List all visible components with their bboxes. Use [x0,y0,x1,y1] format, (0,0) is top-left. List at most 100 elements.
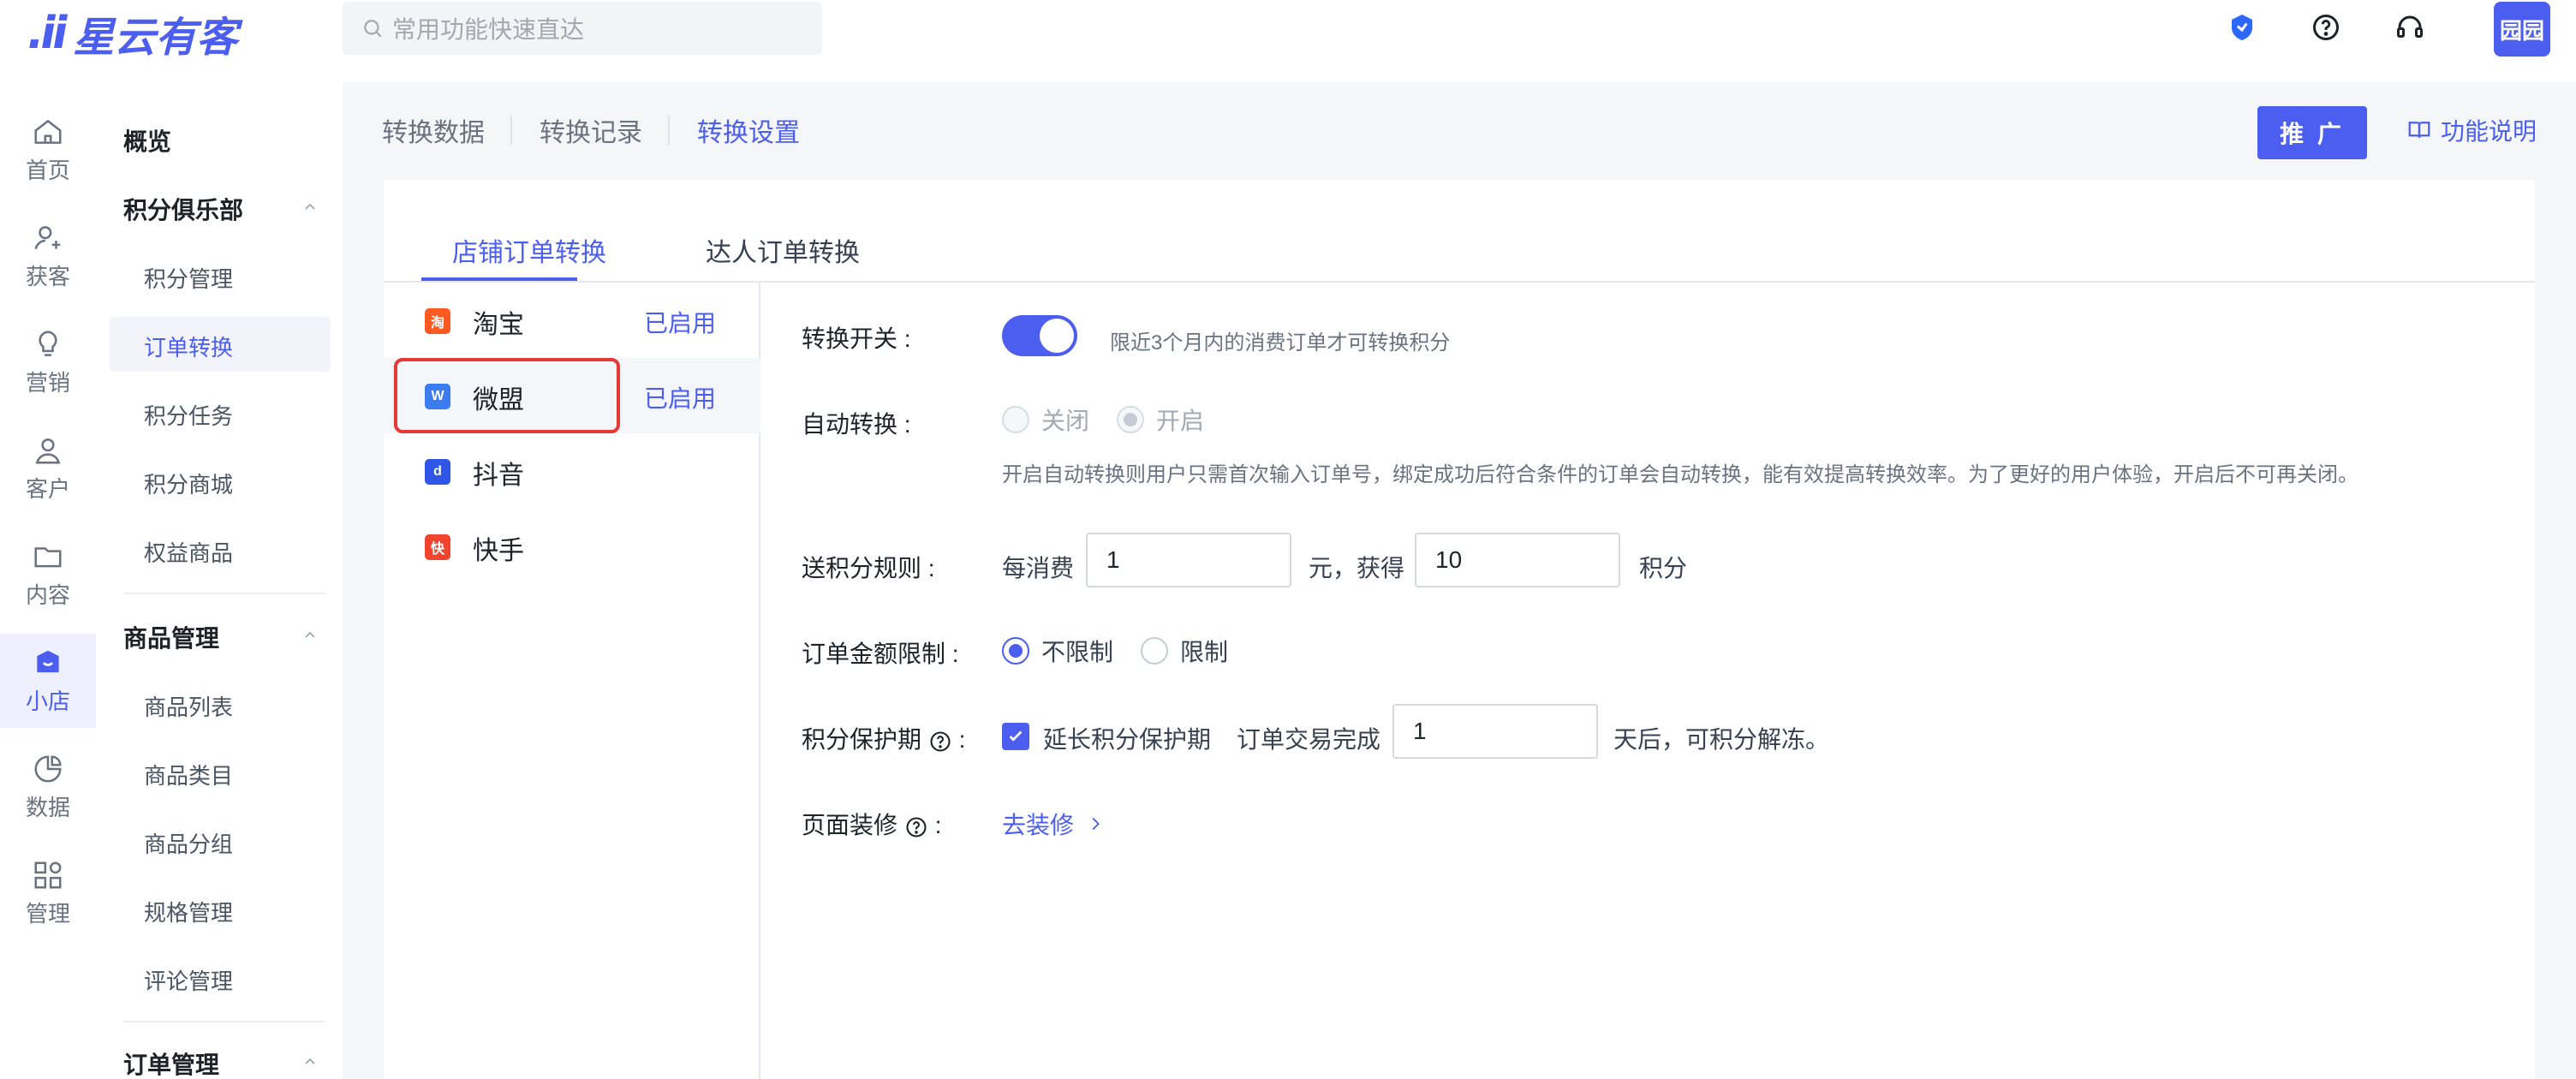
auto-hint: 开启自动转换则用户只需首次输入订单号，绑定成功后符合条件的订单会自动转换，能有效… [1002,463,2358,486]
auto-off-radio[interactable]: 关闭 [1002,402,1089,437]
feature-help-link[interactable]: 功能说明 [2406,113,2537,147]
headset-icon[interactable] [2394,12,2425,43]
menu-item-benefit-goods[interactable]: 权益商品 [144,536,233,568]
secondary-menu: 概览 积分俱乐部 积分管理 订单转换 积分任务 积分商城 权益商品 商品管理 商… [96,82,343,1079]
help-icon[interactable] [2311,12,2341,43]
question-icon[interactable] [904,815,928,839]
rail-item-data[interactable]: 数据 [0,740,96,834]
menu-item-goods-group[interactable]: 商品分组 [144,827,233,859]
promote-button[interactable]: 推 广 [2257,106,2367,159]
platform-name: 淘宝 [473,311,524,339]
search-input[interactable]: 常用功能快速直达 [343,2,822,55]
chevron-up-icon[interactable] [303,629,317,642]
rail-label: 获客 [25,263,70,289]
chevron-right-icon [1092,817,1100,831]
menu-group-orders[interactable]: 订单管理 [123,1046,219,1079]
menu-item-order-convert[interactable]: 订单转换 [144,331,233,362]
rail-item-manage[interactable]: 管理 [0,846,96,940]
protect-days-input[interactable]: 1 [1392,704,1598,759]
menu-item-points-manage[interactable]: 积分管理 [144,262,233,294]
menu-item-spec-manage[interactable]: 规格管理 [144,896,233,927]
auto-on-radio[interactable]: 开启 [1117,402,1204,437]
menu-item-goods-category[interactable]: 商品类目 [144,759,233,790]
decor-label-row: 页面装修 : [802,807,941,841]
platform-name: 快手 [473,537,524,565]
go-decorate-link[interactable]: 去装修 [1002,807,1105,841]
folder-icon [34,546,62,567]
user-icon [35,438,61,464]
tab-separator [510,116,512,145]
rail-item-marketing[interactable]: 营销 [0,315,96,409]
rail-item-acquire[interactable]: 获客 [0,209,96,303]
extend-protect-label[interactable]: 延长积分保护期 [1043,721,1211,755]
radio-label: 不限制 [1041,639,1114,665]
switch-hint: 限近3个月内的消费订单才可转换积分 [1110,331,1451,355]
question-icon[interactable] [928,730,952,754]
menu-item-points-mall[interactable]: 积分商城 [144,468,233,499]
shield-icon[interactable] [2227,12,2257,43]
tab-store-order-convert[interactable]: 店铺订单转换 [452,231,606,269]
chevron-up-icon[interactable] [303,1055,317,1069]
menu-item-goods-list[interactable]: 商品列表 [144,690,233,722]
logo-text: 星云有客 [73,14,238,62]
rail-label: 管理 [25,900,70,927]
limit-radio[interactable]: 限制 [1141,634,1228,668]
rail-item-content[interactable]: 内容 [0,528,96,622]
platform-douyin[interactable]: d 抖音 [384,433,760,509]
platform-status: 已启用 [644,310,717,337]
menu-group-goods[interactable]: 商品管理 [123,620,219,654]
settings-card: 店铺订单转换 达人订单转换 淘 淘宝 已启用 W 微盟 已启用 d 抖音 快 快… [384,180,2535,1079]
menu-divider [123,593,325,594]
platform-taobao[interactable]: 淘 淘宝 已启用 [384,283,760,358]
apps-icon [34,861,62,889]
auto-label: 自动转换 : [802,411,911,438]
tab-convert-settings[interactable]: 转换设置 [697,111,826,149]
extend-protect-checkbox[interactable] [1002,723,1029,750]
tab-convert-records[interactable]: 转换记录 [540,111,668,149]
pie-chart-icon [34,754,62,782]
tab-ink-bar [421,277,577,281]
douyin-icon: d [425,459,450,485]
convert-toggle[interactable] [1002,315,1077,356]
tab-convert-data[interactable]: 转换数据 [382,111,510,149]
tab-influencer-order-convert[interactable]: 达人订单转换 [706,231,860,269]
home-icon [34,119,62,144]
platform-status: 已启用 [644,385,717,412]
rail-label: 客户 [25,475,70,502]
platform-kuaishou[interactable]: 快 快手 [384,509,760,584]
protect-colon: : [958,726,966,753]
amount-input[interactable]: 1 [1086,533,1291,587]
go-decorate-label: 去装修 [1002,812,1075,838]
rule-suffix: 积分 [1639,555,1688,581]
rail-label: 数据 [25,794,70,820]
protect-label: 积分保护期 [802,726,922,753]
rail-item-home[interactable]: 首页 [0,103,96,197]
chevron-up-icon[interactable] [303,200,317,214]
no-limit-radio[interactable]: 不限制 [1002,634,1113,668]
avatar[interactable]: 园园 [2494,2,2550,57]
radio-dot [1002,406,1029,433]
platform-weimeng[interactable]: W 微盟 已启用 [384,358,760,433]
primary-nav: 首页 获客 营销 客户 内容 小店 数据 管理 [0,82,96,1079]
radio-dot [1117,406,1144,433]
menu-item-overview[interactable]: 概览 [123,123,171,158]
menu-item-review-manage[interactable]: 评论管理 [144,964,233,996]
search-placeholder: 常用功能快速直达 [392,16,585,43]
brand-logo[interactable]: .ii 星云有客 [23,3,238,63]
menu-divider [123,1021,325,1022]
protect-prefix: 订单交易完成 [1237,726,1381,753]
radio-dot [1141,637,1168,665]
protect-suffix: 天后，可积分解冻。 [1613,726,1830,753]
rail-label: 首页 [25,157,70,183]
rule-prefix: 每消费 [1002,555,1075,581]
rail-item-shop[interactable]: 小店 [0,634,96,728]
bulb-icon [39,330,57,356]
menu-item-points-task[interactable]: 积分任务 [144,399,233,431]
points-input[interactable]: 10 [1415,533,1620,587]
menu-group-points-club[interactable]: 积分俱乐部 [123,192,243,226]
sub-tabs: 店铺订单转换 达人订单转换 [384,180,2535,283]
check-icon [1009,730,1023,742]
rail-item-customer[interactable]: 客户 [0,421,96,516]
selection-highlight [394,358,620,433]
book-icon [2408,122,2430,138]
